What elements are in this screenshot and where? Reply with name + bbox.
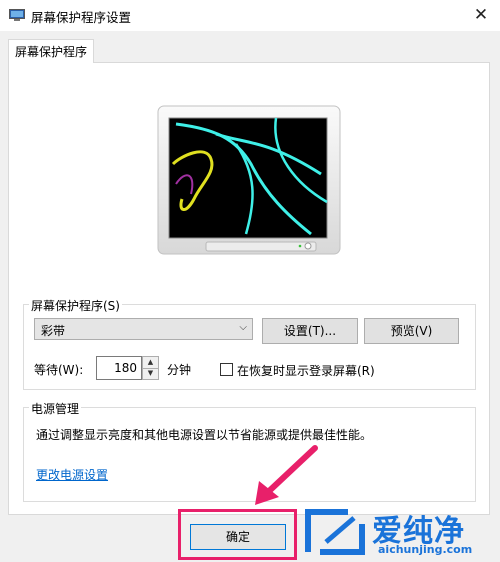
close-icon: ✕ — [473, 5, 489, 25]
spin-down-arrow-icon[interactable]: ▼ — [143, 368, 158, 379]
change-power-settings-link[interactable]: 更改电源设置 — [36, 466, 108, 483]
resume-login-label[interactable]: 在恢复时显示登录屏幕(R) — [237, 362, 375, 379]
power-group-label: 电源管理 — [29, 400, 82, 417]
screensaver-selected-value: 彩带 — [41, 324, 66, 338]
settings-button[interactable]: 设置(T)... — [262, 318, 358, 344]
tab-label: 屏幕保护程序 — [15, 45, 88, 59]
minutes-label: 分钟 — [167, 363, 192, 377]
tab-screensaver[interactable]: 屏幕保护程序 — [8, 39, 94, 63]
resume-login-checkbox[interactable] — [220, 363, 233, 376]
wait-label: 等待(W): — [34, 363, 84, 377]
pointer-arrow-icon — [255, 445, 318, 505]
watermark: 爱纯净 aichunjing.com — [300, 500, 500, 562]
preview-button[interactable]: 预览(V) — [364, 318, 459, 344]
wait-minutes-stepper[interactable]: ▲ ▼ — [142, 356, 159, 380]
screensaver-app-icon — [9, 9, 25, 21]
screensaver-select[interactable]: 彩带 ⌵ — [34, 318, 253, 340]
title-bar: 屏幕保护程序设置 ✕ — [0, 0, 500, 31]
wait-minutes-input[interactable]: 180 — [96, 356, 142, 380]
ok-button[interactable]: 确定 — [190, 524, 286, 550]
monitor-preview-icon — [157, 105, 341, 255]
screensaver-group-label: 屏幕保护程序(S) — [29, 297, 122, 314]
watermark-logo-icon — [305, 509, 365, 555]
power-description: 通过调整显示亮度和其他电源设置以节省能源或提供最佳性能。 — [36, 428, 373, 442]
watermark-url: aichunjing.com — [378, 543, 473, 556]
close-button[interactable]: ✕ — [462, 0, 500, 31]
chevron-down-icon: ⌵ — [239, 322, 247, 333]
window-title: 屏幕保护程序设置 — [31, 10, 132, 25]
